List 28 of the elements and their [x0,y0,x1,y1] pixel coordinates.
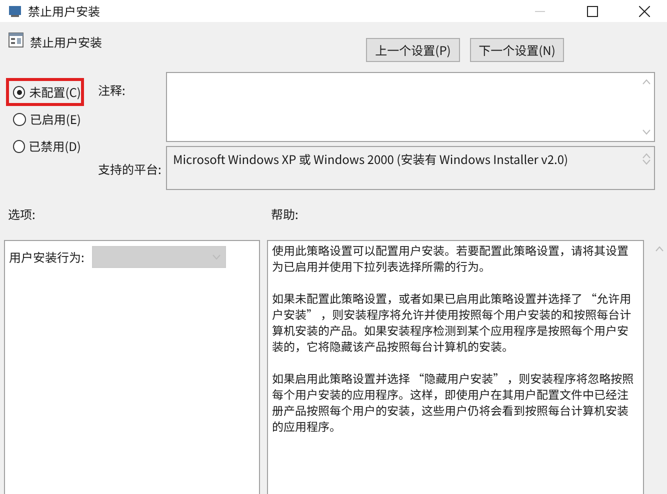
nav-button[interactable]: 下一个设置(N) [470,38,564,62]
radio-label: 已启用(E) [30,110,81,128]
window-title: 禁止用户安装 [28,2,102,20]
scroll-up-icon [642,79,650,85]
nav-button[interactable]: 上一个设置(P) [366,38,460,62]
comment-field[interactable] [166,72,655,142]
help-paragraph: 如果未配置此策略设置，或者如果已启用此策略设置并选择了 “允许用户安装” ，则安装程序将允许并使用按照每个用户安装的和按照每台计算机安装的产品。如果安装程序检测到某个应用程序是按照每个用户安装的，它将隐藏该产品按照每台计算机的安装。 [272,291,632,355]
radio-button[interactable] [13,86,26,98]
help-paragraph: 使用此策略设置可以配置用户安装。若要配置此策略设置，请将其设置为已启用并使用下拉列表选择所需的行为。 [272,243,630,275]
help-paragraph: 如果启用此策略设置并选择 “隐藏用户安装” ，则安装程序将忽略按照每个用户安装的应用程序。这样，即使用户在其用户配置文件中已经注册产品按照每个用户的安装，这些用户仍将会看到按照每台计算机安装的应用程序。 [272,371,635,435]
radio-button[interactable] [13,140,25,152]
scroll-down-icon [642,159,650,165]
policy-title: 禁止用户安装 [30,34,102,51]
comment-label: 注释: [98,82,126,99]
maximize-icon[interactable] [586,6,598,16]
scroll-down-icon [642,129,650,135]
radio-label: 未配置(C) [29,84,81,100]
scroll-up-icon [642,153,650,159]
field-label: 用户安装行为: [9,249,84,266]
radio-button[interactable] [13,112,26,126]
scroll-up-icon [654,246,664,252]
close-icon[interactable] [638,6,650,16]
platform-label: 支持的平台: [98,161,162,178]
settings-page-icon [8,32,24,48]
radio-label: 已禁用(D) [28,138,81,154]
platform-text: Microsoft Windows XP 或 Windows 2000 (安装有 Windows Installer v2.0) [172,150,570,170]
options-label: 选项: [8,206,36,225]
help-label: 帮助: [271,206,300,225]
